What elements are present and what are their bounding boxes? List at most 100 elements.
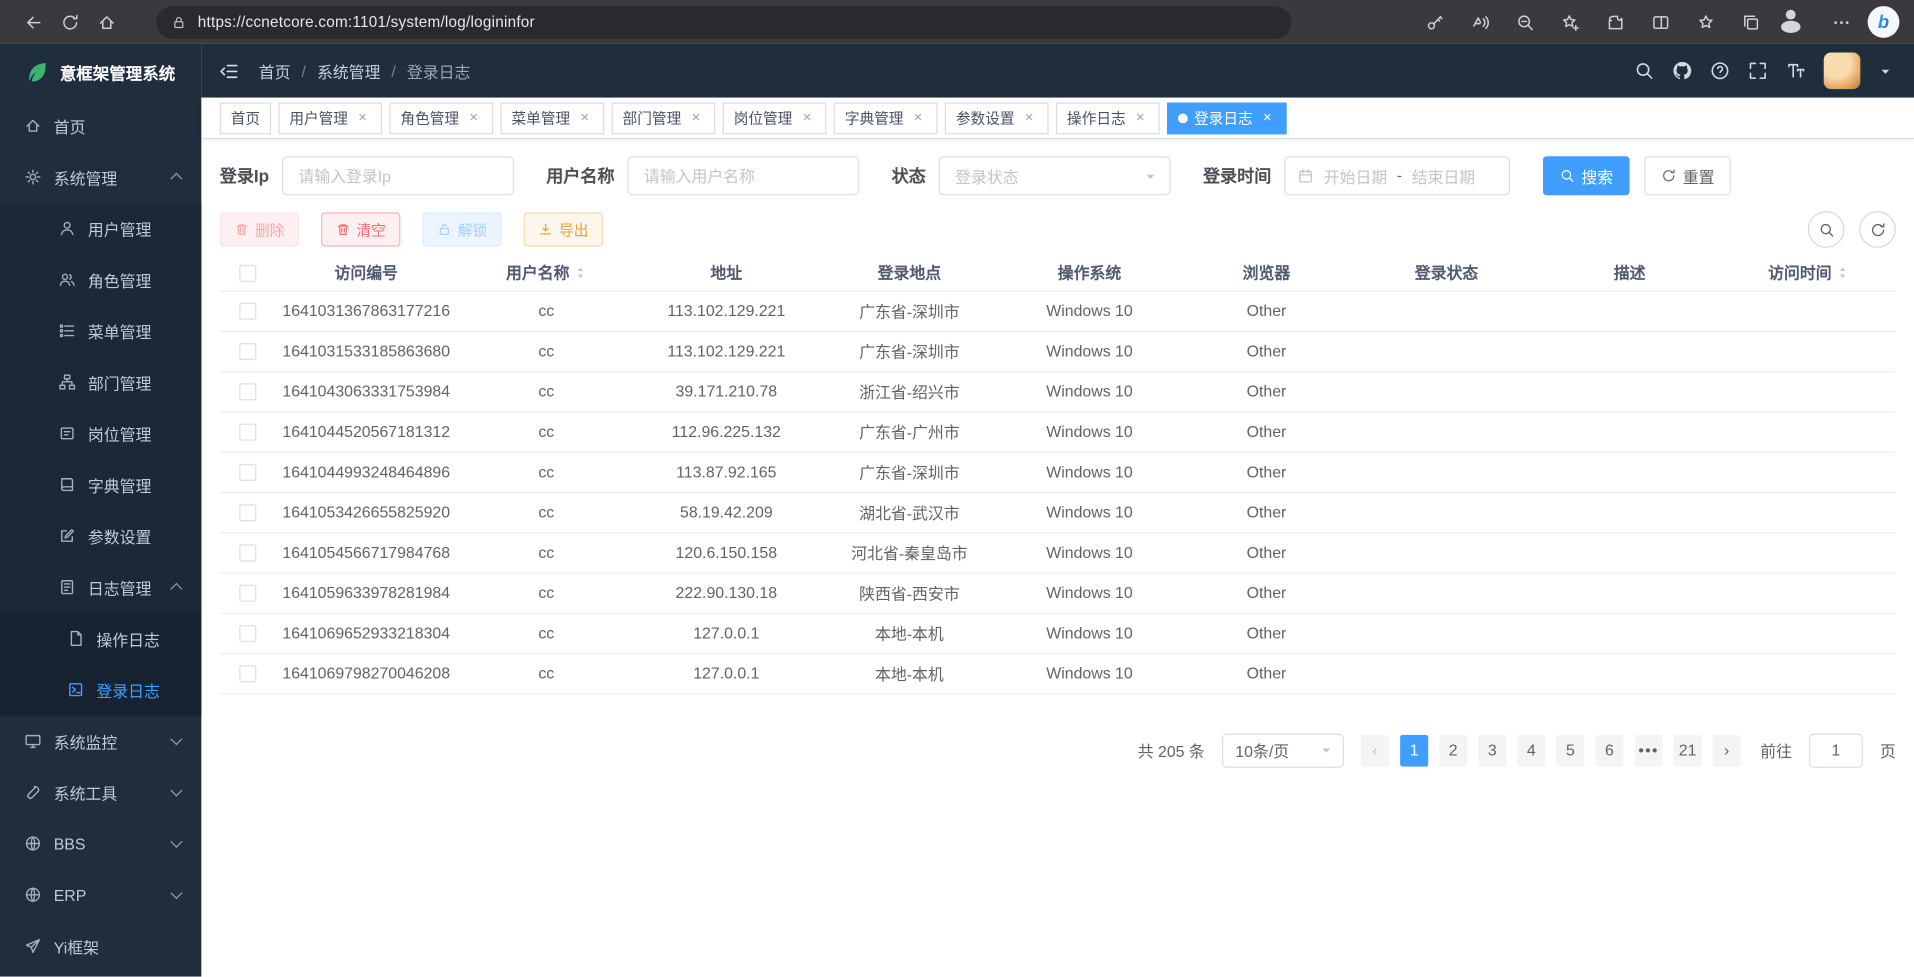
browser-back-icon[interactable]	[15, 5, 52, 39]
tab-param[interactable]: 参数设置×	[945, 102, 1049, 134]
tab-post[interactable]: 岗位管理×	[723, 102, 827, 134]
export-button[interactable]: 导出	[524, 212, 603, 246]
login-ip-input[interactable]	[283, 156, 515, 195]
user-menu-caret-icon[interactable]	[1879, 64, 1892, 77]
status-select[interactable]: 登录状态	[939, 156, 1171, 195]
password-key-icon[interactable]	[1416, 5, 1453, 39]
tab-close-icon[interactable]: ×	[687, 109, 704, 126]
tab-loginlog[interactable]: 登录日志×	[1167, 102, 1287, 134]
browser-refresh-icon[interactable]	[51, 5, 88, 39]
sort-caret-icon[interactable]	[573, 266, 586, 279]
tab-close-icon[interactable]: ×	[1259, 109, 1276, 126]
site-info-lock-icon[interactable]	[171, 14, 187, 30]
delete-button[interactable]: 删除	[220, 212, 299, 246]
favorites-icon[interactable]	[1687, 5, 1724, 39]
table-row[interactable]: 1641059633978281984cc222.90.130.18陕西省-西安…	[220, 573, 1896, 613]
table-row[interactable]: 1641043063331753984cc39.171.210.78浙江省-绍兴…	[220, 371, 1896, 411]
browser-menu-icon[interactable]	[1823, 5, 1860, 39]
browser-profile-avatar[interactable]	[1777, 5, 1814, 39]
row-checkbox[interactable]	[239, 666, 256, 683]
table-row[interactable]: 1641031367863177216cc113.102.129.221广东省-…	[220, 291, 1896, 331]
sidebar-item-post[interactable]: 岗位管理	[0, 408, 201, 459]
sidebar-item-yi[interactable]: Yi框架	[0, 920, 201, 971]
extensions-icon[interactable]	[1597, 5, 1634, 39]
row-checkbox[interactable]	[239, 545, 256, 562]
breadcrumb-item[interactable]: 首页	[259, 59, 291, 82]
row-checkbox[interactable]	[239, 424, 256, 441]
collections-icon[interactable]	[1732, 5, 1769, 39]
tab-operlog[interactable]: 操作日志×	[1056, 102, 1160, 134]
page-button-1[interactable]: 1	[1400, 734, 1428, 766]
next-page-button[interactable]: ›	[1713, 734, 1741, 766]
tab-close-icon[interactable]: ×	[910, 109, 927, 126]
table-row[interactable]: 1641069798270046208cc127.0.0.1本地-本机Windo…	[220, 653, 1896, 693]
tab-user[interactable]: 用户管理×	[278, 102, 382, 134]
sidebar-item-home[interactable]: 首页	[0, 100, 201, 151]
row-checkbox[interactable]	[239, 625, 256, 642]
address-bar[interactable]: https://ccnetcore.com:1101/system/log/lo…	[156, 5, 1291, 38]
row-checkbox[interactable]	[239, 585, 256, 602]
page-button-3[interactable]: 3	[1478, 734, 1506, 766]
row-checkbox[interactable]	[239, 504, 256, 521]
date-range-picker[interactable]: 开始日期 - 结束日期	[1285, 156, 1511, 195]
tab-dept[interactable]: 部门管理×	[612, 102, 716, 134]
refresh-table-button[interactable]	[1859, 211, 1896, 248]
column-header-time[interactable]: 访问时间	[1721, 254, 1896, 291]
sidebar-item-dept[interactable]: 部门管理	[0, 356, 201, 407]
tab-close-icon[interactable]: ×	[798, 109, 815, 126]
tab-close-icon[interactable]: ×	[354, 109, 371, 126]
zoom-out-icon[interactable]	[1506, 5, 1543, 39]
page-button-21[interactable]: 21	[1674, 734, 1702, 766]
header-search-icon[interactable]	[1635, 61, 1655, 81]
select-all-checkbox[interactable]	[239, 264, 256, 281]
table-row[interactable]: 1641054566717984768cc120.6.150.158河北省-秦皇…	[220, 532, 1896, 572]
browser-home-icon[interactable]	[88, 5, 125, 39]
row-checkbox[interactable]	[239, 384, 256, 401]
tab-close-icon[interactable]: ×	[576, 109, 593, 126]
sidebar-item-operlog[interactable]: 操作日志	[0, 613, 201, 664]
search-button[interactable]: 搜索	[1544, 156, 1631, 195]
sidebar-item-system[interactable]: 系统管理	[0, 151, 201, 202]
tab-role[interactable]: 角色管理×	[389, 102, 493, 134]
page-size-select[interactable]: 10条/页	[1222, 733, 1344, 767]
sidebar-item-log[interactable]: 日志管理	[0, 562, 201, 613]
tab-close-icon[interactable]: ×	[465, 109, 482, 126]
read-aloud-icon[interactable]	[1461, 5, 1498, 39]
page-button-2[interactable]: 2	[1439, 734, 1467, 766]
sidebar-item-bbs[interactable]: BBS	[0, 818, 201, 869]
add-favorite-icon[interactable]	[1552, 5, 1589, 39]
sidebar-item-dict[interactable]: 字典管理	[0, 459, 201, 510]
table-row[interactable]: 1641069652933218304cc127.0.0.1本地-本机Windo…	[220, 613, 1896, 653]
page-button-4[interactable]: 4	[1517, 734, 1545, 766]
table-row[interactable]: 1641031533185863680cc113.102.129.221广东省-…	[220, 331, 1896, 371]
github-icon[interactable]	[1672, 61, 1692, 81]
tab-close-icon[interactable]: ×	[1021, 109, 1038, 126]
sidebar-item-user[interactable]: 用户管理	[0, 203, 201, 254]
clear-button[interactable]: 清空	[321, 212, 400, 246]
toggle-search-button[interactable]	[1808, 211, 1845, 248]
reset-button[interactable]: 重置	[1645, 156, 1732, 195]
row-checkbox[interactable]	[239, 343, 256, 360]
tab-close-icon[interactable]: ×	[1132, 109, 1149, 126]
username-input[interactable]	[628, 156, 860, 195]
sidebar-item-monitor[interactable]: 系统监控	[0, 715, 201, 766]
more-pages-button[interactable]: •••	[1634, 734, 1662, 766]
page-button-5[interactable]: 5	[1556, 734, 1584, 766]
app-logo[interactable]: 意框架管理系统	[0, 44, 201, 100]
prev-page-button[interactable]: ‹	[1361, 734, 1389, 766]
tab-dict[interactable]: 字典管理×	[834, 102, 938, 134]
help-icon[interactable]	[1710, 61, 1730, 81]
unlock-button[interactable]: 解锁	[422, 212, 501, 246]
sidebar-item-role[interactable]: 角色管理	[0, 254, 201, 305]
sidebar-item-param[interactable]: 参数设置	[0, 510, 201, 561]
sidebar-collapse-icon[interactable]	[219, 60, 240, 81]
table-row[interactable]: 1641044520567181312cc112.96.225.132广东省-广…	[220, 411, 1896, 451]
sidebar-item-menu[interactable]: 菜单管理	[0, 305, 201, 356]
tab-home[interactable]: 首页	[220, 102, 271, 134]
sidebar-item-erp[interactable]: ERP	[0, 869, 201, 920]
column-header-name[interactable]: 用户名称	[458, 254, 635, 291]
page-button-6[interactable]: 6	[1595, 734, 1623, 766]
bing-chat-icon[interactable]: b	[1868, 6, 1900, 38]
tab-menu[interactable]: 菜单管理×	[501, 102, 605, 134]
font-size-icon[interactable]	[1786, 61, 1806, 81]
